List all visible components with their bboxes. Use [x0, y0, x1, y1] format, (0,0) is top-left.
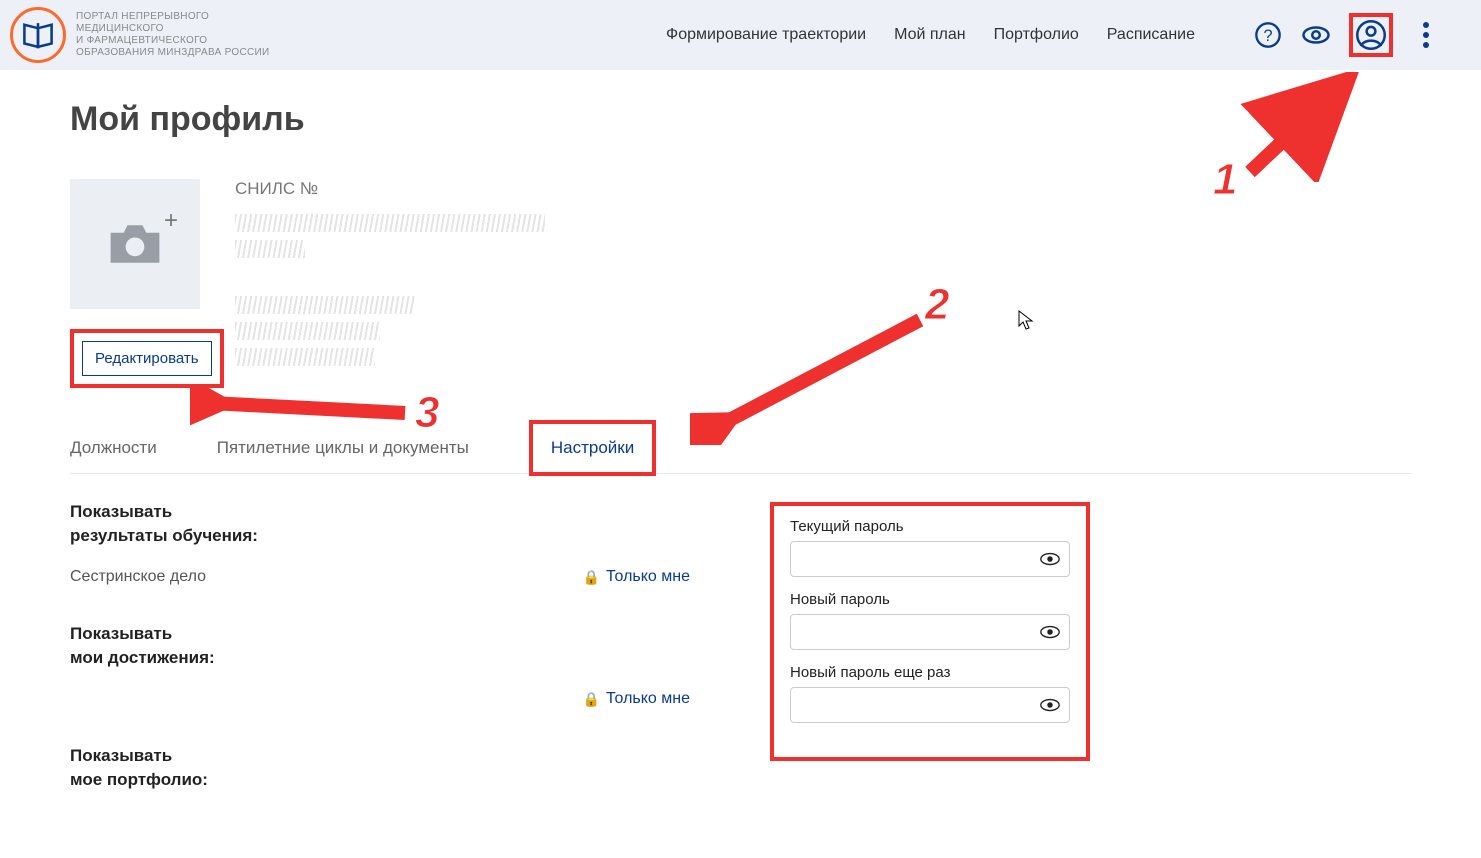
nursing-label: Сестринское дело — [70, 568, 206, 586]
current-password-label: Текущий пароль — [790, 518, 1070, 535]
show-password-icon[interactable] — [1039, 697, 1061, 713]
tab-cycles[interactable]: Пятилетние циклы и документы — [217, 438, 469, 458]
cursor-icon — [1018, 310, 1034, 335]
tab-positions[interactable]: Должности — [70, 438, 157, 458]
user-profile-icon-highlight — [1349, 13, 1393, 57]
nav-schedule[interactable]: Расписание — [1107, 26, 1195, 44]
visibility-icon[interactable] — [1301, 20, 1331, 50]
redacted-text — [235, 214, 545, 232]
logo-area: ПОРТАЛ НЕПРЕРЫВНОГО МЕДИЦИНСКОГО И ФАРМА… — [10, 7, 269, 63]
main-nav: Формирование траектории Мой план Портфол… — [666, 13, 1441, 57]
header: ПОРТАЛ НЕПРЕРЫВНОГО МЕДИЦИНСКОГО И ФАРМА… — [0, 0, 1481, 70]
only-me-text: Только мне — [606, 568, 690, 586]
repeat-password-input[interactable] — [799, 697, 1039, 713]
camera-icon — [105, 219, 165, 269]
logo-text: ПОРТАЛ НЕПРЕРЫВНОГО МЕДИЦИНСКОГО И ФАРМА… — [76, 11, 269, 59]
show-results-label-2: результаты обучения: — [70, 526, 690, 546]
edit-button[interactable]: Редактировать — [82, 341, 212, 376]
show-portfolio-label-2: мое портфолио: — [70, 770, 690, 790]
current-password-input[interactable] — [799, 551, 1039, 567]
visibility-only-me-1[interactable]: 🔒 Только мне — [583, 568, 690, 586]
new-password-label: Новый пароль — [790, 591, 1070, 608]
page-title: Мой профиль — [70, 100, 1411, 139]
repeat-password-label: Новый пароль еще раз — [790, 664, 1070, 681]
show-achievements-label-1: Показывать — [70, 624, 690, 644]
show-portfolio-label-1: Показывать — [70, 746, 690, 766]
user-profile-icon[interactable] — [1356, 20, 1386, 50]
redacted-text — [235, 348, 375, 366]
edit-button-highlight: Редактировать — [70, 329, 224, 388]
visibility-only-me-2[interactable]: 🔒 Только мне — [583, 690, 690, 708]
show-results-label-1: Показывать — [70, 502, 690, 522]
show-password-icon[interactable] — [1039, 551, 1061, 567]
new-password-input[interactable] — [799, 624, 1039, 640]
more-menu-icon[interactable] — [1411, 20, 1441, 50]
avatar-upload[interactable]: + — [70, 179, 200, 309]
lock-icon: 🔒 — [583, 569, 600, 586]
nav-portfolio[interactable]: Портфолио — [994, 26, 1079, 44]
tab-settings-highlight: Настройки — [529, 420, 656, 476]
annotation-1: 1 — [1213, 155, 1237, 205]
show-password-icon[interactable] — [1039, 624, 1061, 640]
lock-icon: 🔒 — [583, 691, 600, 708]
annotation-2: 2 — [925, 280, 949, 330]
logo-icon — [10, 7, 66, 63]
annotation-3: 3 — [415, 388, 439, 438]
nav-my-plan[interactable]: Мой план — [894, 26, 966, 44]
svg-text:?: ? — [1263, 27, 1272, 45]
tab-settings[interactable]: Настройки — [551, 438, 634, 457]
password-panel-highlight: Текущий пароль Новый пароль Новый пароль… — [770, 502, 1090, 761]
nav-trajectory[interactable]: Формирование траектории — [666, 26, 866, 44]
help-icon[interactable]: ? — [1253, 20, 1283, 50]
only-me-text: Только мне — [606, 690, 690, 708]
redacted-text — [235, 240, 305, 258]
redacted-text — [235, 322, 380, 340]
tabs-bar: Должности Пятилетние циклы и документы Н… — [70, 438, 1411, 474]
plus-icon: + — [164, 207, 178, 235]
redacted-text — [235, 296, 415, 314]
show-achievements-label-2: мои достижения: — [70, 648, 690, 668]
nav-icons: ? — [1253, 13, 1441, 57]
